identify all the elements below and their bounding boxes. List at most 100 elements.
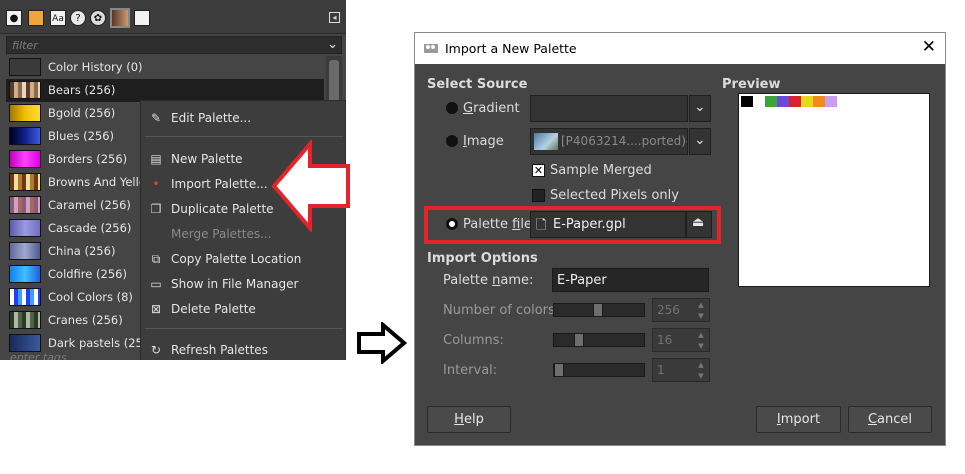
palette-swatch [9, 288, 41, 306]
menu-item-label: Delete Palette [171, 302, 256, 316]
palette-name: Coldfire (256) [48, 267, 127, 281]
brush-icon[interactable]: ● [6, 10, 22, 26]
palette-swatch [9, 104, 41, 122]
palette-file-value: E-Paper.gpl [553, 217, 626, 232]
help-button[interactable]: Help [427, 406, 511, 433]
columns-slider[interactable] [553, 333, 645, 347]
palette-name: Cascade (256) [48, 221, 132, 235]
preview-swatch [825, 96, 837, 107]
palette-name: Dark pastels (256) [48, 336, 155, 350]
spin-up-icon[interactable]: ▲ [695, 330, 707, 340]
select-source-heading: Select Source [427, 77, 528, 92]
spin-value: 1 [657, 363, 665, 377]
black-arrow-annotation [357, 322, 407, 364]
copy-icon: ⧉ [151, 252, 161, 266]
menu-item-delete-palette[interactable]: ⊠ Delete Palette [141, 297, 346, 321]
palette-swatch [9, 173, 41, 191]
menu-separator [145, 136, 343, 137]
help-icon[interactable]: ? [70, 10, 86, 26]
document-icon[interactable] [134, 10, 150, 26]
gradient-label: Gradient [463, 101, 520, 116]
palette-name: Cranes (256) [48, 313, 123, 327]
tags-input[interactable]: enter tags [10, 351, 67, 360]
file-icon: 🗋 [536, 218, 547, 233]
preview-swatch [753, 96, 765, 107]
sample-merged-label: Sample Merged [550, 163, 652, 178]
palette-file-chooser[interactable]: 🗋 E-Paper.gpl [530, 211, 686, 238]
spin-up-icon[interactable]: ▲ [695, 300, 707, 310]
spin-up-icon[interactable]: ▲ [695, 360, 707, 370]
folder-open-icon: ⏏ [692, 215, 705, 230]
number-of-colors-spinbox[interactable]: 256 ▲ ▼ [652, 298, 710, 322]
filter-placeholder: filter [12, 39, 38, 52]
slider-knob[interactable] [593, 303, 603, 317]
gradient-icon[interactable] [110, 8, 130, 28]
dialog-titlebar[interactable]: Import a New Palette ✕ [415, 33, 945, 64]
menu-item-label: Show in File Manager [171, 277, 299, 291]
menu-item-refresh-palettes[interactable]: ↻ Refresh Palettes [141, 338, 346, 360]
chevron-down-icon[interactable]: ⌄ [327, 37, 338, 52]
pattern-icon[interactable] [28, 10, 44, 26]
interval-spinbox[interactable]: 1 ▲ ▼ [652, 358, 710, 382]
list-item[interactable]: Color History (0) [6, 56, 324, 79]
palette-swatch [9, 196, 41, 214]
number-of-colors-label: Number of colors: [443, 303, 560, 318]
dock-tab-bar: ● Aa ? ✿ ◂ [0, 0, 346, 34]
filter-input[interactable]: filter ⌄ [6, 36, 342, 54]
gradient-dropdown-button[interactable]: ⌄ [689, 95, 711, 122]
font-icon[interactable]: Aa [50, 10, 66, 26]
spin-down-icon[interactable]: ▼ [695, 311, 707, 321]
palette-swatch [9, 242, 41, 260]
open-file-button[interactable]: ⏏ [686, 211, 712, 238]
menu-item-label: Merge Palettes... [171, 227, 272, 241]
folder-icon: ▭ [150, 277, 162, 291]
slider-knob[interactable] [574, 333, 584, 347]
selected-pixels-checkbox[interactable] [532, 189, 545, 202]
menu-item-show-in-file-manager[interactable]: ▭ Show in File Manager [141, 272, 346, 296]
palette-file-radio[interactable] [446, 218, 458, 230]
image-dropdown-button[interactable]: ⌄ [689, 128, 711, 155]
slider-knob[interactable] [554, 363, 564, 377]
preview-swatch [801, 96, 813, 107]
close-icon[interactable]: ✕ [922, 37, 936, 57]
menu-item-edit-palette[interactable]: ✎ Edit Palette... [141, 106, 346, 130]
selected-pixels-label: Selected Pixels only [550, 188, 679, 203]
chevron-down-icon: ⌄ [694, 99, 706, 115]
image-radio[interactable] [446, 135, 458, 147]
spin-value: 16 [657, 333, 673, 347]
columns-spinbox[interactable]: 16 ▲ ▼ [652, 328, 710, 352]
palette-preview [738, 93, 930, 287]
palette-name-label: Palette name: [443, 273, 534, 288]
menu-item-copy-palette-location[interactable]: ⧉ Copy Palette Location [141, 247, 346, 271]
preview-swatch [813, 96, 825, 107]
spin-down-icon[interactable]: ▼ [695, 341, 707, 351]
number-of-colors-slider[interactable] [553, 303, 645, 317]
dialog-title: Import a New Palette [445, 41, 577, 56]
preview-swatch [789, 96, 801, 107]
cancel-button[interactable]: Cancel [848, 406, 932, 433]
image-select[interactable]: [P4063214....ported)-4 [530, 128, 688, 155]
import-button[interactable]: Import [756, 406, 841, 433]
sample-merged-checkbox[interactable]: ✕ [532, 164, 545, 177]
refresh-icon: ↻ [150, 343, 162, 357]
palette-swatch [9, 127, 41, 145]
list-item[interactable]: Bears (256) [6, 79, 324, 102]
preview-swatch [765, 96, 777, 107]
gradient-select[interactable] [530, 95, 688, 122]
interval-slider[interactable] [553, 363, 645, 377]
menu-item-label: Copy Palette Location [171, 252, 302, 266]
image-label: Image [463, 134, 504, 149]
dock-menu-icon[interactable]: ◂ [329, 12, 340, 23]
gradient-radio[interactable] [446, 102, 458, 114]
new-icon: ▤ [150, 152, 162, 166]
palette-name: Borders (256) [48, 152, 128, 166]
gimp-icon [424, 44, 438, 53]
spin-down-icon[interactable]: ▼ [695, 371, 707, 381]
palette-swatch [9, 219, 41, 237]
palette-name-input[interactable]: E-Paper [552, 268, 709, 292]
palette-swatch [9, 150, 41, 168]
menu-item-label: Import Palette... [171, 177, 268, 191]
palette-name: China (256) [48, 244, 116, 258]
import-options-heading: Import Options [427, 251, 538, 266]
palette-icon[interactable]: ✿ [90, 10, 106, 26]
